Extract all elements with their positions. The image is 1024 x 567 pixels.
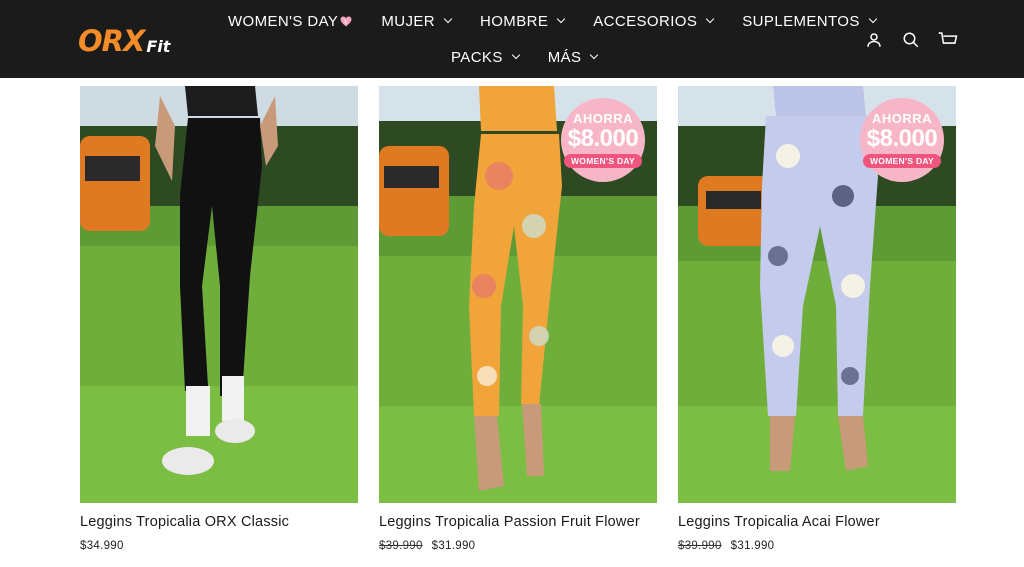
- nav-label: SUPLEMENTOS: [742, 12, 860, 30]
- chevron-down-icon: [590, 50, 599, 60]
- badge-ahorra: AHORRA: [871, 111, 933, 126]
- nav-label: PACKS: [451, 48, 503, 66]
- nav-label: ACCESORIOS: [593, 12, 698, 30]
- nav-label: MUJER: [381, 12, 435, 30]
- nav-item-mas[interactable]: MÁS: [547, 48, 599, 66]
- badge-tag: WOMEN'S DAY: [563, 154, 643, 168]
- product-title[interactable]: Leggins Tropicalia Passion Fruit Flower: [379, 514, 657, 530]
- cart-icon: [938, 32, 958, 44]
- nav-label: HOMBRE: [480, 12, 549, 30]
- chevron-down-icon: [557, 14, 566, 24]
- nav-item-hombre[interactable]: HOMBRE: [480, 12, 566, 30]
- product-title[interactable]: Leggins Tropicalia ORX Classic: [80, 514, 358, 530]
- current-price: $31.990: [431, 540, 476, 552]
- chevron-down-icon: [706, 14, 715, 24]
- product-image[interactable]: AHORRA $8.000 WOMEN'S DAY: [678, 86, 956, 503]
- product-card[interactable]: AHORRA $8.000 WOMEN'S DAY Leggins Tropic…: [379, 86, 657, 552]
- nav-item-accesorios[interactable]: ACCESORIOS: [593, 12, 715, 30]
- search-button[interactable]: [901, 30, 921, 50]
- user-icon: [867, 33, 881, 47]
- compare-at-price: $39.990: [379, 540, 423, 552]
- compare-at-price: $39.990: [678, 540, 722, 552]
- badge-amount: $8.000: [567, 125, 639, 152]
- nav-item-mujer[interactable]: MUJER: [381, 12, 453, 30]
- main-nav-row-1: WOMEN'S DAY MUJER HOMBRE ACCESORIOS SUPL…: [228, 10, 905, 32]
- price-row: $39.990 $31.990: [379, 540, 657, 552]
- chevron-down-icon: [443, 14, 453, 24]
- nav-label: MÁS: [547, 48, 582, 66]
- main-nav-row-2: PACKS MÁS: [451, 46, 626, 68]
- badge-amount: $8.000: [866, 125, 938, 152]
- price-row: $34.990: [80, 540, 358, 552]
- nav-item-womens-day[interactable]: WOMEN'S DAY: [228, 13, 352, 30]
- account-button[interactable]: [864, 30, 884, 50]
- badge-ahorra: AHORRA: [572, 111, 634, 126]
- chevron-down-icon: [511, 50, 520, 60]
- product-image[interactable]: [80, 86, 358, 503]
- product-card[interactable]: Leggins Tropicalia ORX Classic $34.990: [80, 86, 358, 552]
- current-price: $31.990: [730, 540, 775, 552]
- discount-badge: AHORRA $8.000 WOMEN'S DAY: [561, 98, 645, 182]
- nav-item-suplementos[interactable]: SUPLEMENTOS: [742, 12, 878, 30]
- search-icon: [903, 32, 919, 48]
- brand-logo[interactable]: ORX Fit: [78, 22, 170, 56]
- logo-main-text: ORX: [78, 24, 145, 58]
- site-header: ORX Fit WOMEN'S DAY MUJER HOMBRE ACCESOR…: [0, 0, 1024, 78]
- cart-button[interactable]: [938, 30, 958, 50]
- chevron-down-icon: [868, 14, 878, 24]
- discount-badge: AHORRA $8.000 WOMEN'S DAY: [860, 98, 944, 182]
- price-row: $39.990 $31.990: [678, 540, 956, 552]
- nav-item-packs[interactable]: PACKS: [451, 48, 520, 66]
- nav-label: WOMEN'S DAY: [228, 12, 339, 30]
- logo-sub-text: Fit: [146, 37, 171, 56]
- product-card[interactable]: AHORRA $8.000 WOMEN'S DAY Leggins Tropic…: [678, 86, 956, 552]
- current-price: $34.990: [80, 540, 124, 552]
- heart-icon: [340, 16, 352, 26]
- photo-black-leggings: [80, 86, 358, 503]
- product-title[interactable]: Leggins Tropicalia Acai Flower: [678, 514, 956, 530]
- badge-tag: WOMEN'S DAY: [862, 154, 942, 168]
- product-image[interactable]: AHORRA $8.000 WOMEN'S DAY: [379, 86, 657, 503]
- header-actions: [864, 30, 958, 50]
